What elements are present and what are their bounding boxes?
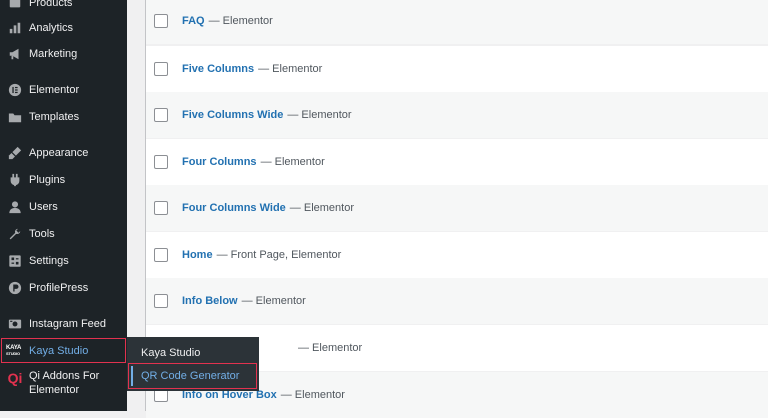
table-row: Four Columns — Elementor bbox=[146, 139, 768, 185]
templates-icon bbox=[8, 110, 22, 124]
row-title-link[interactable]: Four Columns Wide bbox=[182, 202, 286, 214]
sidebar-item-label: Plugins bbox=[29, 174, 66, 186]
table-row: Home — Front Page, Elementor bbox=[146, 232, 768, 278]
row-checkbox[interactable] bbox=[154, 201, 168, 215]
admin-sidebar: Products Analytics Marketing Elementor T… bbox=[0, 0, 127, 411]
sidebar-item-analytics[interactable]: Analytics bbox=[0, 15, 127, 41]
products-icon bbox=[8, 0, 22, 10]
plugins-icon bbox=[8, 173, 22, 187]
row-title-link[interactable]: Five Columns bbox=[182, 63, 254, 75]
table-row: Info Below — Elementor bbox=[146, 278, 768, 324]
sidebar-item-label: Products bbox=[29, 0, 73, 9]
row-suffix: — Elementor bbox=[280, 389, 345, 401]
row-suffix: — Elementor bbox=[289, 202, 354, 214]
row-checkbox[interactable] bbox=[154, 14, 168, 28]
sidebar-item-label: Analytics bbox=[29, 22, 74, 34]
row-suffix: — Elementor bbox=[260, 156, 325, 168]
sidebar-item-plugins[interactable]: Plugins bbox=[0, 167, 127, 193]
sidebar-item-settings[interactable]: Settings bbox=[0, 248, 127, 274]
table-row: Five Columns — Elementor bbox=[146, 46, 768, 92]
sidebar-item-profilepress[interactable]: ProfilePress bbox=[0, 275, 127, 301]
sidebar-item-qi-addons[interactable]: Qi Qi Addons For Elementor bbox=[0, 366, 127, 400]
row-checkbox[interactable] bbox=[154, 248, 168, 262]
sidebar-item-templates[interactable]: Templates bbox=[0, 104, 127, 130]
sidebar-item-label: ProfilePress bbox=[29, 282, 89, 294]
marketing-icon bbox=[8, 47, 22, 61]
sidebar-item-tools[interactable]: Tools bbox=[0, 221, 127, 247]
sidebar-item-label: Appearance bbox=[29, 147, 89, 159]
settings-icon bbox=[8, 254, 22, 268]
sidebar-item-label: Qi Addons For Elementor bbox=[29, 370, 100, 396]
tools-icon bbox=[8, 227, 22, 241]
sidebar-item-instagram-feed[interactable]: Instagram Feed bbox=[0, 311, 127, 337]
table-row: Four Columns Wide — Elementor bbox=[146, 185, 768, 231]
active-indicator bbox=[131, 366, 133, 386]
sidebar-item-label: Templates bbox=[29, 111, 80, 123]
kaya-studio-submenu: Kaya Studio QR Code Generator bbox=[127, 337, 259, 391]
row-suffix: — Elementor bbox=[258, 63, 323, 75]
row-suffix: — Elementor bbox=[241, 295, 306, 307]
row-checkbox[interactable] bbox=[154, 62, 168, 76]
sidebar-item-products[interactable]: Products bbox=[0, 0, 127, 16]
sidebar-item-label: Kaya Studio bbox=[29, 345, 89, 357]
submenu-item-kaya-studio[interactable]: Kaya Studio bbox=[141, 347, 200, 359]
sidebar-item-users[interactable]: Users bbox=[0, 194, 127, 220]
row-checkbox[interactable] bbox=[154, 294, 168, 308]
sidebar-item-elementor[interactable]: Elementor bbox=[0, 77, 127, 103]
kaya-studio-logo: KAYA STUDIO bbox=[6, 345, 22, 356]
appearance-icon bbox=[8, 146, 22, 160]
profilepress-icon bbox=[8, 281, 22, 295]
sidebar-item-label: Settings bbox=[29, 255, 69, 267]
qi-icon: Qi bbox=[7, 370, 23, 386]
sidebar-item-marketing[interactable]: Marketing bbox=[0, 41, 127, 67]
instagram-icon bbox=[8, 317, 22, 331]
row-title-link[interactable]: FAQ bbox=[182, 15, 205, 27]
row-suffix: — Elementor bbox=[298, 342, 363, 354]
sidebar-item-label: Tools bbox=[29, 228, 55, 240]
sidebar-item-kaya-studio[interactable]: KAYA STUDIO Kaya Studio bbox=[0, 338, 127, 364]
row-suffix: — Elementor bbox=[208, 15, 273, 27]
sidebar-item-label: Marketing bbox=[29, 48, 78, 60]
sidebar-item-label: Instagram Feed bbox=[29, 318, 107, 330]
row-title-link[interactable]: Home bbox=[182, 249, 213, 261]
submenu-item-qr-code-generator[interactable]: QR Code Generator bbox=[141, 370, 239, 382]
row-title-link[interactable]: Four Columns bbox=[182, 156, 257, 168]
elementor-icon bbox=[8, 83, 22, 97]
sidebar-item-label: Users bbox=[29, 201, 58, 213]
sidebar-item-appearance[interactable]: Appearance bbox=[0, 140, 127, 166]
row-checkbox[interactable] bbox=[154, 108, 168, 122]
table-row: Five Columns Wide — Elementor bbox=[146, 92, 768, 138]
sidebar-item-label: Elementor bbox=[29, 84, 80, 96]
row-title-link[interactable]: Info Below bbox=[182, 295, 238, 307]
row-suffix: — Elementor bbox=[287, 109, 352, 121]
row-title-link[interactable]: Five Columns Wide bbox=[182, 109, 283, 121]
analytics-icon bbox=[8, 21, 22, 35]
row-checkbox[interactable] bbox=[154, 155, 168, 169]
users-icon bbox=[8, 200, 22, 214]
table-row: FAQ — Elementor bbox=[146, 0, 768, 44]
row-suffix: — Front Page, Elementor bbox=[216, 249, 342, 261]
